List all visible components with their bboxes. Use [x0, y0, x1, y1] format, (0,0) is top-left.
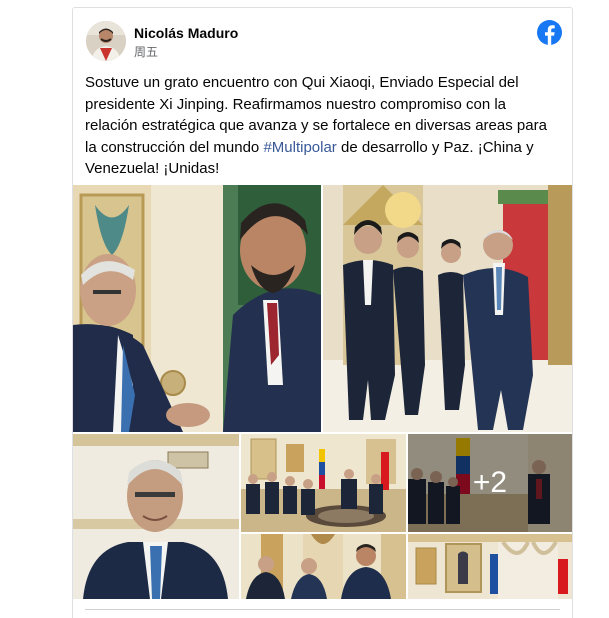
meeting-flags-photo[interactable]: +2	[408, 434, 572, 532]
post-text: Sostuve un grato encuentro con Qui Xiaoq…	[85, 72, 560, 180]
photo-grid: +2	[73, 185, 572, 599]
envoy-portrait-photo[interactable]	[73, 434, 239, 599]
meeting-hall-photo[interactable]	[241, 434, 406, 532]
author-name[interactable]: Nicolás Maduro	[134, 25, 238, 41]
facebook-post: Nicolás Maduro 周五 Sostuve un grato encue…	[72, 7, 573, 618]
post-header: Nicolás Maduro 周五	[73, 8, 572, 68]
facebook-logo-icon[interactable]	[537, 20, 562, 45]
author-avatar[interactable]	[86, 21, 126, 61]
more-photos-overlay[interactable]: +2	[408, 434, 572, 532]
reactions-divider	[85, 609, 560, 610]
palace-hall-photo[interactable]	[408, 534, 572, 599]
post-timestamp[interactable]: 周五	[134, 43, 158, 60]
handshake-photo[interactable]	[73, 185, 321, 432]
hashtag-link[interactable]: #Multipolar	[263, 139, 336, 156]
greeting-photo[interactable]	[241, 534, 406, 599]
walking-delegation-photo[interactable]	[323, 185, 572, 432]
